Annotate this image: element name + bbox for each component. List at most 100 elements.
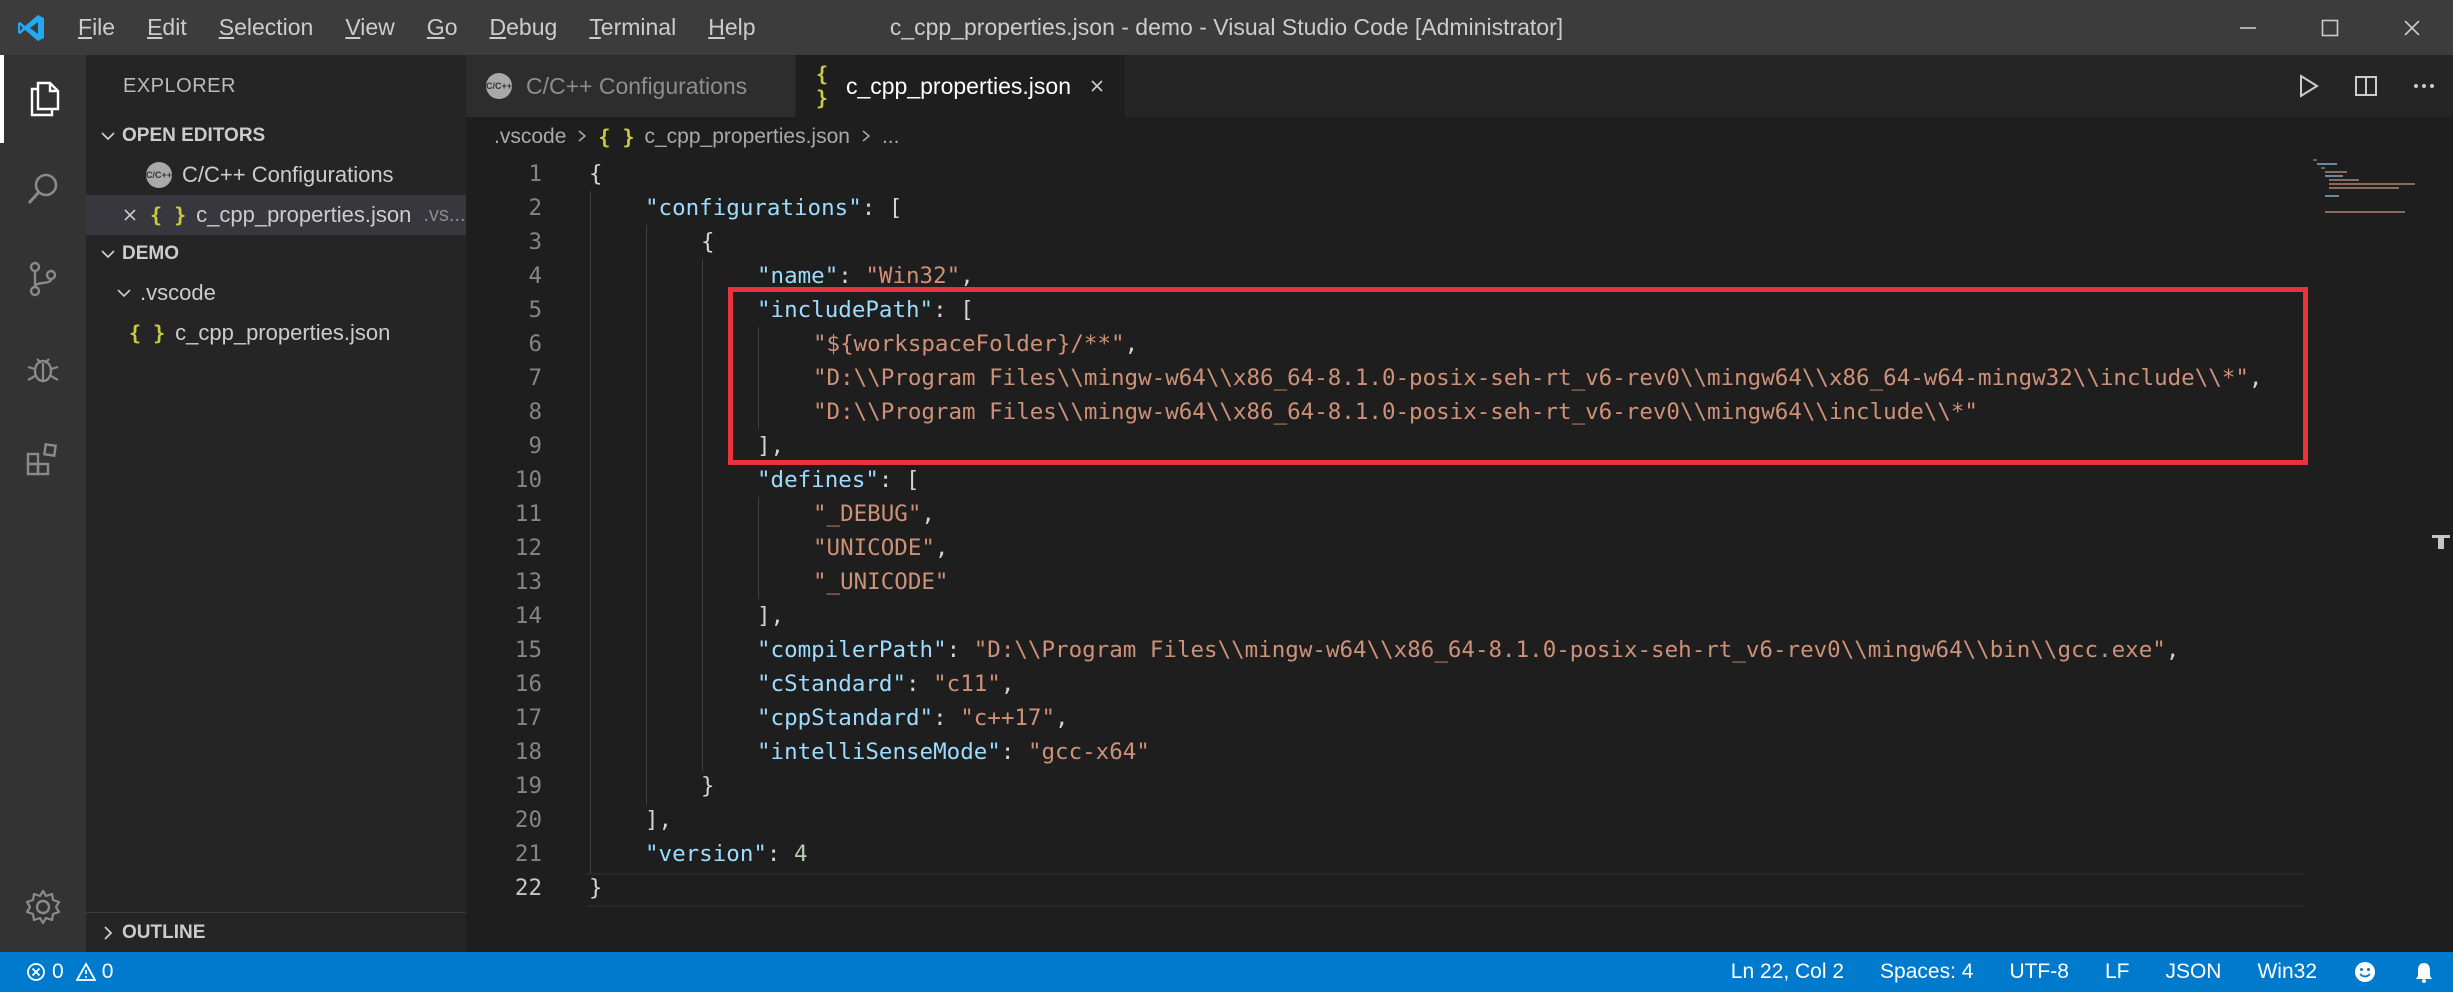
menu-file[interactable]: File [62, 0, 131, 55]
outline-header[interactable]: OUTLINE [86, 912, 466, 952]
problems-indicator[interactable]: 0 0 [0, 960, 113, 984]
annotation-highlight-box [728, 287, 2308, 465]
eol-setting[interactable]: LF [2087, 952, 2148, 992]
close-icon [2404, 19, 2420, 36]
extensions-activity[interactable] [0, 415, 86, 503]
code-line: 11 "_DEBUG", [514, 501, 935, 527]
cursor-position[interactable]: Ln 22, Col 2 [1713, 952, 1862, 992]
close-window-button[interactable] [2371, 0, 2453, 55]
code-line: 12 "UNICODE", [514, 535, 949, 561]
code-line: 18 "intelliSenseMode": "gcc-x64" [514, 739, 1150, 765]
explorer-sidebar: EXPLORER OPEN EDITORS C/C++ C/C++ Config… [86, 55, 466, 952]
cpp-config-icon: C/C++ [146, 162, 172, 188]
error-count: 0 [52, 960, 64, 983]
bug-icon [27, 358, 59, 383]
code-line: 14], [514, 603, 785, 629]
manage-activity[interactable] [0, 863, 86, 951]
activity-bar [0, 55, 86, 952]
cpp-config-icon: C/C++ [486, 73, 512, 99]
menu-view[interactable]: View [329, 0, 410, 55]
cpp-configuration[interactable]: Win32 [2239, 952, 2335, 992]
run-button[interactable] [2279, 55, 2337, 117]
code-line: 10 "defines": [ [514, 467, 920, 493]
menu-go[interactable]: Go [411, 0, 474, 55]
open-editor-cpp-configurations[interactable]: C/C++ C/C++ Configurations [86, 155, 466, 195]
maximize-button[interactable] [2289, 0, 2371, 55]
title-bar: File Edit Selection View Go Debug Termin… [0, 0, 2453, 55]
minimap-preview [2313, 159, 2415, 213]
menu-help[interactable]: Help [692, 0, 771, 55]
open-editor-label: C/C++ Configurations [182, 162, 394, 187]
minimize-button[interactable] [2207, 0, 2289, 55]
source-control-icon [29, 261, 57, 297]
menu-debug[interactable]: Debug [473, 0, 573, 55]
breadcrumb-file[interactable]: c_cpp_properties.json [645, 125, 850, 149]
code-line: 22} [514, 875, 603, 901]
chevron-right-icon [860, 125, 872, 149]
demo-folder-header[interactable]: DEMO [86, 235, 466, 273]
scrollbar-cursor-marker [2432, 535, 2450, 549]
split-editor-button[interactable] [2337, 55, 2395, 117]
ellipsis-icon [2414, 84, 2434, 88]
tree-folder-vscode[interactable]: .vscode [86, 273, 466, 313]
close-editor-icon[interactable] [122, 207, 138, 223]
encoding-setting[interactable]: UTF-8 [1991, 952, 2087, 992]
maximize-icon [2321, 19, 2339, 36]
tab-label: c_cpp_properties.json [845, 72, 1071, 99]
window-controls [2207, 0, 2453, 55]
search-activity[interactable] [0, 145, 86, 233]
code-line: 19} [514, 773, 715, 799]
json-file-icon: { } [598, 125, 635, 149]
breadcrumb: .vscode { } c_cpp_properties.json ... [466, 117, 2453, 157]
breadcrumb-folder[interactable]: .vscode [494, 125, 566, 149]
status-bar-right: Ln 22, Col 2 Spaces: 4 UTF-8 LF JSON Win… [1713, 952, 2453, 992]
code-line: 20], [514, 807, 673, 833]
tab-cpp-configurations[interactable]: C/C++ C/C++ Configurations [466, 55, 796, 117]
source-control-activity[interactable] [0, 235, 86, 323]
tab-label: C/C++ Configurations [526, 72, 748, 99]
explorer-activity[interactable] [0, 55, 86, 143]
language-mode[interactable]: JSON [2147, 952, 2239, 992]
chevron-down-icon [94, 246, 122, 262]
menu-bar: File Edit Selection View Go Debug Termin… [62, 0, 772, 55]
feedback-button[interactable] [2335, 952, 2395, 992]
json-file-icon: { } [816, 62, 829, 110]
code-line: 2 "configurations": [ [528, 195, 903, 221]
editor-tabs: C/C++ C/C++ Configurations { } c_cpp_pro… [466, 55, 2453, 117]
editor-actions [2279, 55, 2453, 117]
minimap[interactable] [2307, 157, 2427, 952]
vscode-logo-icon [0, 0, 62, 55]
menu-terminal[interactable]: Terminal [573, 0, 692, 55]
notifications-button[interactable] [2395, 952, 2453, 992]
error-icon [26, 962, 46, 982]
chevron-right-icon [94, 925, 122, 941]
play-icon [2300, 74, 2319, 98]
more-actions-button[interactable] [2395, 55, 2453, 117]
open-editors-label: OPEN EDITORS [122, 125, 266, 146]
smiley-icon [2355, 962, 2375, 982]
indentation-setting[interactable]: Spaces: 4 [1862, 952, 1991, 992]
json-file-icon: { } [129, 321, 166, 345]
code-line: 13 "_UNICODE" [514, 569, 949, 595]
code-line: 15 "compilerPath": "D:\\Program Files\\mi… [514, 637, 2180, 663]
close-tab-icon[interactable] [1089, 78, 1105, 94]
folder-label: .vscode [140, 280, 216, 305]
search-icon [27, 173, 58, 205]
open-editors-header[interactable]: OPEN EDITORS [86, 117, 466, 155]
tree-file-cpp-properties[interactable]: { } c_cpp_properties.json [86, 313, 466, 353]
menu-edit[interactable]: Edit [131, 0, 203, 55]
minimize-icon [2240, 26, 2256, 29]
sidebar-title: EXPLORER [123, 75, 236, 97]
outline-label: OUTLINE [122, 921, 206, 943]
extensions-icon [26, 442, 58, 476]
open-editor-label: c_cpp_properties.json [196, 202, 412, 227]
code-editor[interactable]: 1{ 2 "configurations": [ 3{ 4 "name": "Win… [466, 157, 2453, 952]
bell-icon [2416, 963, 2432, 983]
breadcrumb-more[interactable]: ... [882, 125, 900, 149]
chevron-down-icon [94, 128, 122, 144]
split-editor-icon [2355, 76, 2377, 96]
debug-activity[interactable] [0, 325, 86, 413]
tab-cpp-properties[interactable]: { } c_cpp_properties.json [796, 55, 1126, 117]
open-editor-cpp-properties[interactable]: { } c_cpp_properties.json .vs... [86, 195, 466, 235]
menu-selection[interactable]: Selection [203, 0, 330, 55]
